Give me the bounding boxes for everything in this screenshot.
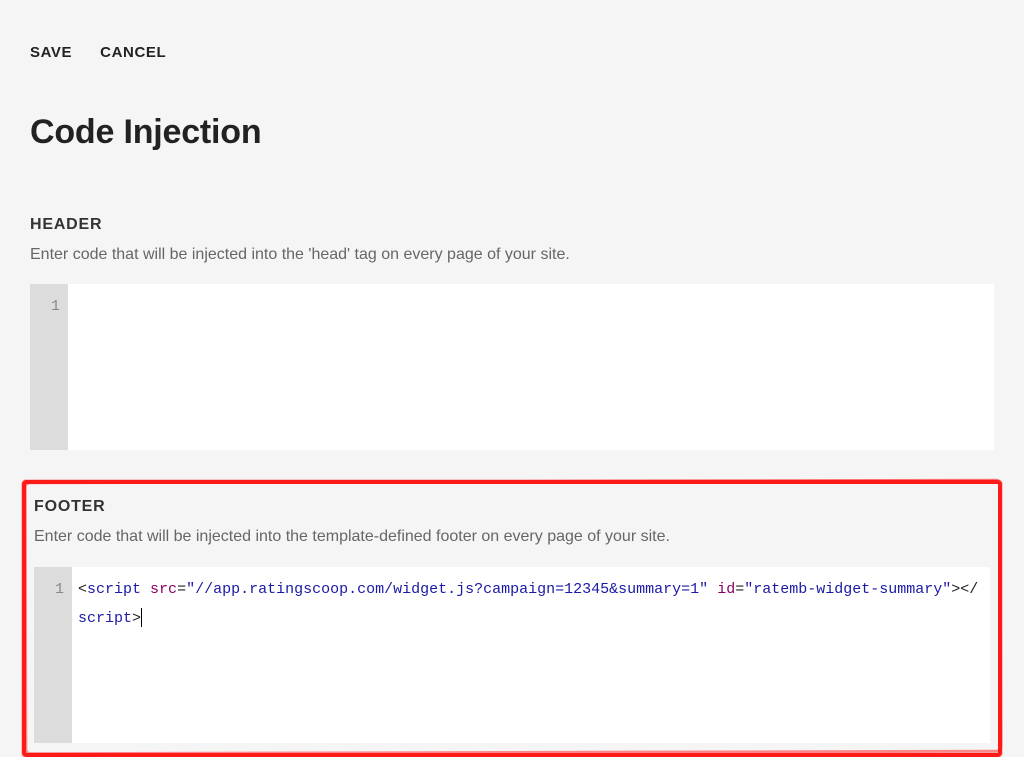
code-token: = xyxy=(735,581,744,598)
save-button[interactable]: SAVE xyxy=(30,44,72,61)
code-token: </ xyxy=(960,581,978,598)
code-token: script xyxy=(87,581,141,598)
code-token xyxy=(708,581,717,598)
action-bar: SAVE CANCEL xyxy=(30,44,994,61)
code-token: script xyxy=(78,610,132,627)
footer-highlight-annotation: FOOTER Enter code that will be injected … xyxy=(22,480,1002,756)
code-token: "//app.ratingscoop.com/widget.js?campaig… xyxy=(186,581,708,598)
code-token: id xyxy=(717,581,735,598)
code-token: > xyxy=(951,581,960,598)
page-title: Code Injection xyxy=(30,113,994,152)
text-cursor-icon xyxy=(141,608,142,627)
code-token xyxy=(141,581,150,598)
header-code-area[interactable] xyxy=(68,284,994,450)
code-token: < xyxy=(78,581,87,598)
footer-section-title: FOOTER xyxy=(26,498,998,516)
header-gutter: 1 xyxy=(30,284,68,450)
header-section: HEADER Enter code that will be injected … xyxy=(30,216,994,450)
code-token: > xyxy=(132,610,141,627)
footer-gutter: 1 xyxy=(34,567,72,743)
header-code-editor[interactable]: 1 xyxy=(30,284,994,450)
code-token: src xyxy=(150,581,177,598)
cancel-button[interactable]: CANCEL xyxy=(100,44,166,61)
footer-section: FOOTER Enter code that will be injected … xyxy=(26,498,998,742)
code-token: = xyxy=(177,581,186,598)
code-token: "ratemb-widget-summary" xyxy=(744,581,951,598)
header-section-title: HEADER xyxy=(30,216,994,234)
footer-code-editor[interactable]: 1 <script src="//app.ratingscoop.com/wid… xyxy=(34,567,990,743)
footer-code-area[interactable]: <script src="//app.ratingscoop.com/widge… xyxy=(72,567,990,743)
header-section-desc: Enter code that will be injected into th… xyxy=(30,244,994,266)
footer-section-desc: Enter code that will be injected into th… xyxy=(26,526,998,548)
code-injection-panel: SAVE CANCEL Code Injection HEADER Enter … xyxy=(0,0,1024,757)
